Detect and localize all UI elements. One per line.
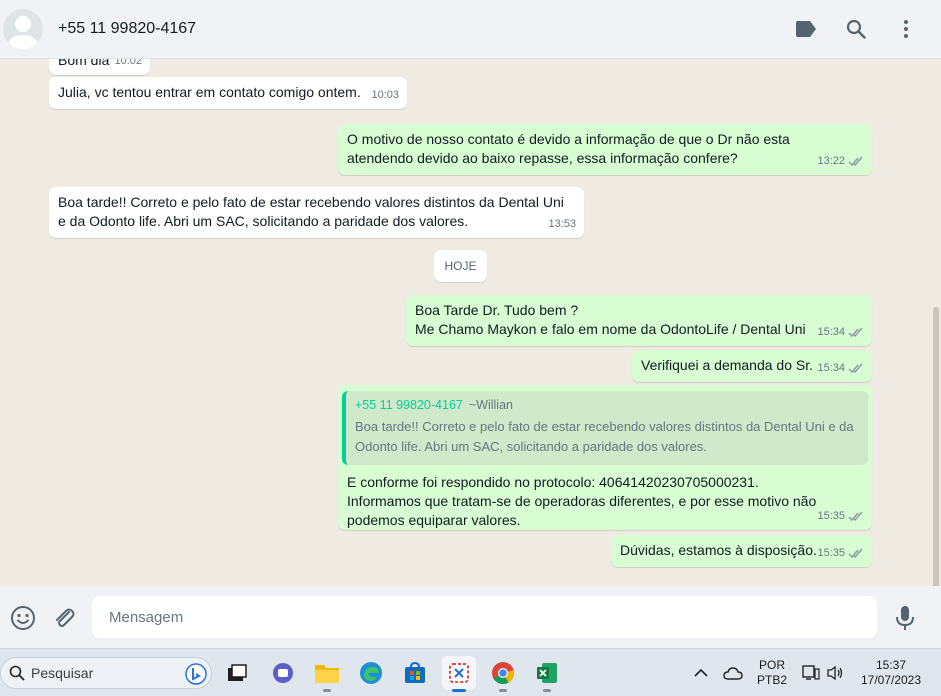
display-icon[interactable]: [798, 656, 824, 690]
message-text: O motivo de nosso contato é devido a inf…: [347, 131, 790, 166]
quoted-author: +55 11 99820-4167 ~Willian: [355, 398, 513, 412]
message-text: Julia, vc tentou entrar em contato comig…: [58, 84, 361, 100]
message-composer: [0, 586, 941, 648]
input-language[interactable]: POR PTB2: [752, 658, 792, 688]
task-view-icon[interactable]: [220, 656, 254, 690]
taskbar-search-label: Pesquisar: [31, 665, 94, 681]
message-time: 10:02: [114, 59, 142, 67]
double-check-icon: [848, 548, 863, 559]
chat-header: +55 11 99820-4167: [0, 0, 941, 59]
search-icon[interactable]: [843, 15, 869, 43]
onedrive-icon[interactable]: [718, 656, 748, 690]
message-outgoing[interactable]: O motivo de nosso contato é devido a inf…: [338, 124, 872, 175]
double-check-icon: [848, 156, 863, 167]
message-text: Boa Tarde Dr. Tudo bem ? Me Chamo Maykon…: [415, 302, 806, 337]
emoji-icon[interactable]: [9, 604, 37, 632]
message-time: 10:03: [371, 89, 399, 101]
double-check-icon: [848, 327, 863, 338]
chrome-icon[interactable]: [486, 656, 520, 692]
menu-icon[interactable]: [893, 15, 919, 43]
message-time: 15:34: [817, 362, 845, 374]
message-text: Boa tarde!! Correto e pelo fato de estar…: [58, 194, 564, 229]
microsoft-store-icon[interactable]: [398, 656, 432, 690]
message-incoming[interactable]: Julia, vc tentou entrar em contato comig…: [49, 77, 407, 109]
chevron-up-icon[interactable]: [686, 656, 716, 690]
clock-time: 15:37: [875, 658, 907, 672]
clock-date: 17/07/2023: [860, 673, 922, 687]
message-outgoing[interactable]: Verifiquei a demanda do Sr. 15:34: [632, 350, 872, 382]
double-check-icon: [848, 363, 863, 374]
volume-icon[interactable]: [822, 656, 848, 690]
message-input[interactable]: [92, 596, 877, 638]
label-icon[interactable]: [793, 15, 819, 43]
taskbar-search[interactable]: Pesquisar: [0, 657, 212, 689]
message-time: 13:53: [548, 218, 576, 230]
message-time: 15:34: [817, 326, 845, 338]
message-time: 13:22: [817, 155, 845, 167]
edge-icon[interactable]: [354, 656, 388, 690]
quoted-text: Boa tarde!! Correto e pelo fato de estar…: [355, 419, 854, 454]
quoted-alias: ~Willian: [468, 398, 513, 412]
chat-scrollbar[interactable]: [933, 307, 939, 586]
language-code: POR: [758, 658, 785, 672]
double-check-icon: [848, 511, 863, 522]
attach-icon[interactable]: [50, 604, 78, 632]
excel-icon[interactable]: [530, 656, 564, 692]
message-text: Bom dia: [58, 59, 110, 68]
clock[interactable]: 15:37 17/07/2023: [852, 658, 930, 688]
contact-avatar[interactable]: [3, 9, 43, 49]
windows-taskbar: Pesquisar POR PTB2 15:37 17/07/2023: [0, 648, 941, 696]
contact-name[interactable]: +55 11 99820-4167: [58, 20, 196, 38]
message-text: E conforme foi respondido no protocolo: …: [347, 474, 817, 528]
message-outgoing[interactable]: Dúvidas, estamos à disposição. 15:35: [611, 535, 872, 567]
chat-messages[interactable]: Bom dia 10:02 Julia, vc tentou entrar em…: [0, 59, 941, 586]
teams-chat-icon[interactable]: [266, 656, 300, 690]
message-time: 15:35: [817, 547, 845, 559]
search-icon: [9, 665, 25, 681]
keyboard-layout: PTB2: [756, 673, 787, 687]
quoted-message[interactable]: +55 11 99820-4167 ~Willian Boa tarde!! Co…: [342, 391, 868, 465]
message-incoming[interactable]: Bom dia 10:02: [49, 59, 150, 75]
bing-icon[interactable]: [185, 663, 207, 685]
message-outgoing[interactable]: Boa Tarde Dr. Tudo bem ? Me Chamo Maykon…: [406, 295, 872, 346]
message-outgoing[interactable]: +55 11 99820-4167 ~Willian Boa tarde!! Co…: [338, 385, 872, 530]
file-explorer-icon[interactable]: [310, 656, 344, 692]
snipping-tool-icon[interactable]: [442, 656, 476, 692]
microphone-icon[interactable]: [891, 604, 919, 632]
message-incoming[interactable]: Boa tarde!! Correto e pelo fato de estar…: [49, 187, 584, 238]
date-divider: HOJE: [434, 250, 487, 282]
message-time: 15:35: [817, 510, 845, 522]
